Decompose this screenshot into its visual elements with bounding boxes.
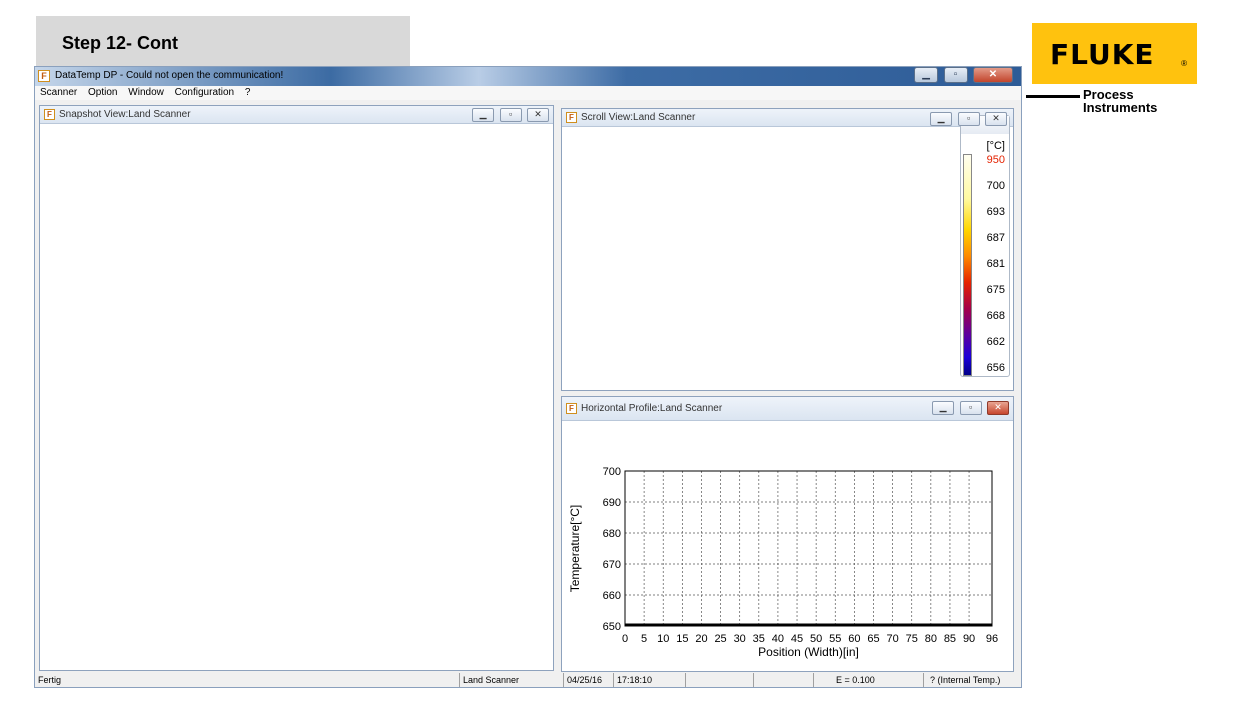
profile-close-button[interactable]: ✕ [987,401,1009,415]
x-tick-label: 20 [695,633,707,645]
process-instruments-text: Process Instruments [1083,87,1158,115]
close-button[interactable]: ✕ [973,67,1013,83]
scale-label-2: 693 [986,206,1005,218]
x-tick-label: 65 [867,633,879,645]
fluke-logo-registered: ® [1181,59,1187,68]
profile-minimize-button[interactable]: ▁ [932,401,955,415]
profile-maximize-button[interactable]: ▫ [959,401,982,415]
status-emissivity: E = 0.100 [813,673,923,687]
status-empty-1 [685,673,753,687]
x-tick-label: 60 [848,633,860,645]
scale-label-1: 700 [986,180,1005,192]
scale-label-3: 687 [986,232,1005,244]
y-axis-label: Temperature[°C] [568,505,582,593]
menu-configuration[interactable]: Configuration [175,87,234,98]
maximize-button[interactable]: ▫ [943,67,968,83]
snapshot-minimize-button[interactable]: ▁ [472,108,495,122]
x-tick-label: 70 [886,633,898,645]
process-instruments-bar [1026,95,1080,98]
x-tick-label: 96 [986,633,998,645]
plot-frame [624,470,993,627]
x-tick-label: 55 [829,633,841,645]
y-tick-label: 690 [603,497,621,509]
x-tick-label: 80 [925,633,937,645]
x-tick-label: 40 [772,633,784,645]
status-date: 04/25/16 [563,673,613,687]
profile-view-title: Horizontal Profile:Land Scanner [581,403,723,414]
app-title-text: DataTemp DP - Could not open the communi… [55,70,284,81]
scroll-maximize-button[interactable]: ▫ [957,112,980,126]
snapshot-view-window: F Snapshot View:Land Scanner ▁ ▫ ✕ [39,105,554,671]
fluke-logo-text: FLUKE [1050,38,1155,71]
menu-window[interactable]: Window [128,87,164,98]
snapshot-view-title-bar[interactable]: F Snapshot View:Land Scanner ▁ ▫ ✕ [40,106,553,124]
minimize-button[interactable]: ▁ [914,67,939,83]
scroll-view-window-controls: ▁ ▫ ✕ [929,112,1007,130]
y-tick-label: 660 [603,590,621,602]
scroll-view-window: F Scroll View:Land Scanner [°C] 950 700 … [561,108,1014,391]
y-tick-label: 670 [603,559,621,571]
status-time: 17:18:10 [613,673,683,687]
color-gradient-bar [963,154,972,376]
scroll-view-icon: F [566,112,577,123]
status-internal-temp: ? (Internal Temp.) [923,673,1021,687]
step-title: Step 12- Cont [62,33,179,53]
x-axis-label: Position (Width)[in] [758,645,859,659]
profile-view-icon: F [566,403,577,414]
status-device: Land Scanner [459,673,556,687]
x-tick-label: 5 [641,633,647,645]
x-tick-label: 25 [714,633,726,645]
menu-option[interactable]: Option [88,87,117,98]
window-controls: ▁ ▫ ✕ [913,67,1013,83]
scale-label-4: 681 [986,258,1005,270]
profile-view-title-bar[interactable]: F Horizontal Profile:Land Scanner ▁ ▫ ✕ [562,397,1013,421]
app-window: F DataTemp DP - Could not open the commu… [34,66,1022,688]
profile-view-window: F Horizontal Profile:Land Scanner ▁ ▫ ✕ … [561,396,1014,672]
scroll-view-title: Scroll View:Land Scanner [581,112,696,123]
menu-scanner[interactable]: Scanner [40,87,77,98]
x-tick-label: 75 [906,633,918,645]
snapshot-view-icon: F [44,109,55,120]
menu-help[interactable]: ? [245,87,251,98]
y-tick-label: 680 [603,528,621,540]
y-tick-label: 650 [603,621,621,633]
status-bar: Fertig Land Scanner 04/25/16 17:18:10 E … [35,673,1021,687]
snapshot-maximize-button[interactable]: ▫ [499,108,522,122]
scale-label-5: 675 [986,284,1005,296]
scale-unit-label: [°C] [986,140,1005,152]
snapshot-view-title: Snapshot View:Land Scanner [59,109,191,120]
scale-label-0: 950 [986,154,1005,166]
temperature-color-scale: [°C] 950 700 693 687 681 675 668 662 656 [960,115,1010,377]
x-tick-label: 0 [622,633,628,645]
snapshot-close-button[interactable]: ✕ [527,108,549,122]
app-title-bar[interactable]: F DataTemp DP - Could not open the commu… [35,67,1021,86]
profile-chart: 0 5 10 15 20 25 30 35 40 45 50 55 60 65 70 75 80 85 90 96 70… [568,466,998,659]
x-tick-label: 35 [753,633,765,645]
scroll-close-button[interactable]: ✕ [985,112,1007,126]
scale-label-8: 656 [986,362,1005,374]
x-tick-label: 30 [734,633,746,645]
x-tick-label: 90 [963,633,975,645]
status-empty-2 [753,673,813,687]
fluke-logo: FLUKE ® [1032,23,1197,84]
x-tick-label: 45 [791,633,803,645]
status-ready: Fertig [38,675,62,685]
x-tick-label: 10 [657,633,669,645]
menu-bar: Scanner Option Window Configuration ? [35,86,1021,100]
app-icon: F [38,70,50,82]
x-tick-label: 85 [944,633,956,645]
y-tick-label: 700 [603,466,621,478]
scroll-minimize-button[interactable]: ▁ [930,112,953,126]
scale-label-6: 668 [986,310,1005,322]
snapshot-view-controls: ▁ ▫ ✕ [471,108,549,126]
profile-view-controls: ▁ ▫ ✕ [931,401,1009,419]
scale-label-7: 662 [986,336,1005,348]
slide: Step 12- Cont FLUKE ® Process Instrument… [0,0,1236,702]
x-tick-label: 50 [810,633,822,645]
x-tick-label: 15 [676,633,688,645]
